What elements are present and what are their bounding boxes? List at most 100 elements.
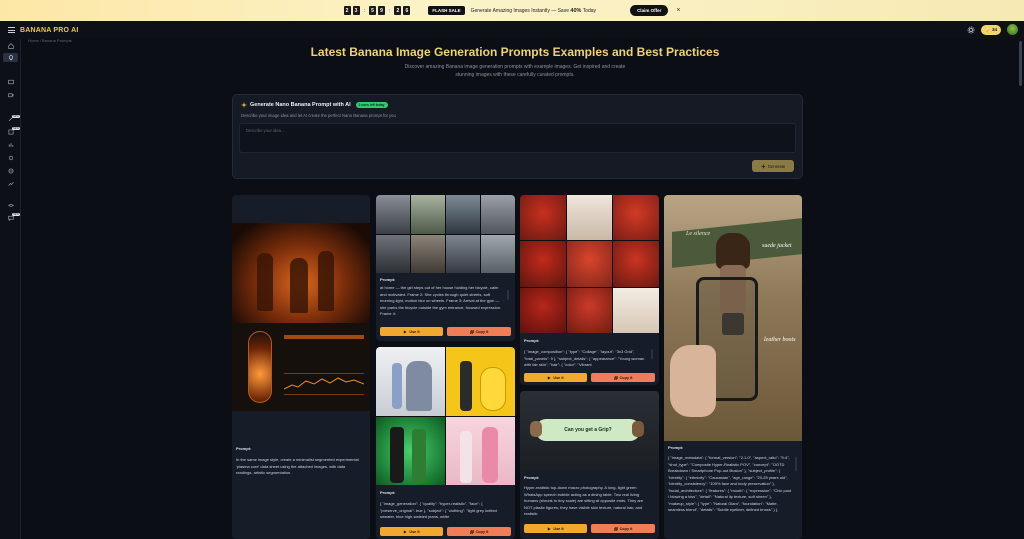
tools-icon[interactable] <box>3 153 18 162</box>
prompt-card: Prompt: at home — the girl steps out of … <box>376 195 515 341</box>
menu-icon[interactable] <box>8 27 15 33</box>
use-it-label: Use It <box>553 526 564 531</box>
timer-digit: 2 <box>394 6 402 15</box>
copy-it-button[interactable]: Copy It <box>447 527 511 536</box>
copy-it-label: Copy It <box>619 375 633 380</box>
brand-logo[interactable]: BANANA PRO AI <box>20 27 78 34</box>
prompt-label: Prompt: <box>380 277 396 282</box>
prompt-text: { "image_metadata": { "format_version": … <box>668 455 792 512</box>
play-icon <box>404 529 407 534</box>
prompt-generator-panel: Generate Nano Banana Prompt with AI 3 us… <box>232 94 803 179</box>
sparkle-icon <box>241 102 247 108</box>
avatar[interactable] <box>1007 24 1018 35</box>
prompt-card: Can you get a Grip? Prompt: Hyper-realis… <box>520 391 659 539</box>
credits-count: 34 <box>991 26 997 32</box>
prompt-card: Prompt: { "image_composition": { "type":… <box>520 195 659 385</box>
credits-badge[interactable]: 🍌 34 <box>981 24 1001 35</box>
prompt-label: Prompt: <box>236 446 252 451</box>
copy-it-button[interactable]: Copy It <box>591 524 655 533</box>
copy-icon <box>613 526 618 531</box>
prompt-card: Prompt: In the same image style, create … <box>232 195 370 539</box>
page-scrollbar[interactable] <box>1017 39 1024 539</box>
countdown-timer: 2 3 : 5 9 : 2 6 <box>343 6 411 15</box>
prompt-label: Prompt: <box>524 338 540 343</box>
prompt-scrollbar[interactable] <box>651 349 653 359</box>
card-image[interactable] <box>376 195 515 273</box>
prompt-card: Le silence suede jacket leather boots Pr… <box>664 195 802 539</box>
card-image[interactable] <box>232 223 370 411</box>
card-image[interactable]: Can you get a Grip? <box>520 391 659 471</box>
video-icon[interactable] <box>3 90 18 99</box>
timer-digit: 5 <box>368 6 376 15</box>
use-it-button[interactable]: Use It <box>380 527 443 536</box>
copy-icon <box>469 529 474 534</box>
timer-digit: 9 <box>377 6 385 15</box>
top-header: BANANA PRO AI 🍌 34 <box>0 21 1024 39</box>
play-icon <box>404 329 407 334</box>
play-icon <box>548 375 551 380</box>
page-title: Latest Banana Image Generation Prompts E… <box>310 45 720 59</box>
prompt-card: Prompt: { "image_generation": { "quality… <box>376 347 515 539</box>
chart-icon[interactable] <box>3 140 18 149</box>
image-icon[interactable] <box>3 77 18 86</box>
copy-it-label: Copy It <box>619 526 633 531</box>
speech-bubble: Can you get a Grip? <box>536 419 640 441</box>
breadcrumb: Home / Banana Prompts <box>28 38 72 43</box>
new-badge: NEW <box>12 115 20 118</box>
uses-left-badge: 3 uses left today <box>355 102 388 108</box>
page-scrollbar-thumb[interactable] <box>1019 41 1022 86</box>
timer-digit: 2 <box>343 6 351 15</box>
layers-icon[interactable] <box>3 201 18 210</box>
prompt-text: In the same image style, create a minima… <box>236 457 359 475</box>
new-badge: NEW <box>12 213 20 216</box>
play-icon <box>548 526 551 531</box>
prompt-label: Prompt: <box>524 475 540 480</box>
card-image[interactable] <box>376 347 515 485</box>
card-image[interactable] <box>520 195 659 333</box>
generate-button-label: Generate <box>767 163 786 169</box>
copy-it-label: Copy It <box>475 329 489 334</box>
generator-description: Describe your image idea and let AI crea… <box>241 113 396 118</box>
use-it-label: Use It <box>553 375 564 380</box>
prompt-text: at home — the girl steps out of her hous… <box>380 285 502 316</box>
copy-it-button[interactable]: Copy It <box>591 373 655 382</box>
close-icon[interactable]: × <box>676 7 680 14</box>
use-it-button[interactable]: Use It <box>524 373 587 382</box>
generator-title-text: Generate Nano Banana Prompt with AI <box>250 102 351 108</box>
prompt-label: Prompt: <box>380 490 396 495</box>
claim-offer-button[interactable]: Claim Offer <box>630 5 669 16</box>
sign-text: Le silence <box>686 231 711 237</box>
globe-icon[interactable] <box>3 166 18 175</box>
gear-icon[interactable] <box>967 26 975 34</box>
prompt-text: { "image_generation": { "quality": "hype… <box>380 501 497 519</box>
flash-sale-badge: FLASH SALE <box>428 6 465 15</box>
prompt-scrollbar[interactable] <box>507 290 509 300</box>
use-it-button[interactable]: Use It <box>524 524 587 533</box>
new-badge: NEW <box>12 127 20 130</box>
stats-icon[interactable] <box>3 179 18 188</box>
card-image[interactable]: Le silence suede jacket leather boots <box>664 195 802 441</box>
prompt-label: Prompt: <box>668 445 684 450</box>
sparkle-icon <box>760 163 766 169</box>
promo-bar: 2 3 : 5 9 : 2 6 FLASH SALE Generate Amaz… <box>0 0 1024 21</box>
promo-text: Generate Amazing Images Instantly — Save… <box>471 8 596 14</box>
copy-icon <box>469 329 474 334</box>
promo-text-post: Today <box>582 7 597 14</box>
idea-input[interactable]: Describe your idea... <box>239 123 796 153</box>
promo-text-pre: Generate Amazing Images Instantly — Save <box>470 7 569 14</box>
use-it-label: Use It <box>409 529 420 534</box>
annotation-text: leather boots <box>764 337 796 343</box>
prompt-scrollbar[interactable] <box>795 457 797 471</box>
generate-button[interactable]: Generate <box>752 160 794 172</box>
copy-it-button[interactable]: Copy It <box>447 327 511 336</box>
copy-icon <box>613 375 618 380</box>
promo-percent: 40% <box>570 7 582 14</box>
use-it-button[interactable]: Use It <box>380 327 443 336</box>
annotation-text: suede jacket <box>762 243 792 249</box>
page-subtitle: Discover amazing Banana image generation… <box>404 64 626 78</box>
sidebar: NEW NEW NEW <box>0 39 21 539</box>
prompt-text: { "image_composition": { "type": "Collag… <box>524 349 645 367</box>
generator-title: Generate Nano Banana Prompt with AI 3 us… <box>241 102 388 108</box>
prompt-text: Hyper-realistic top-down macro photograp… <box>524 485 644 516</box>
use-it-label: Use It <box>409 329 420 334</box>
